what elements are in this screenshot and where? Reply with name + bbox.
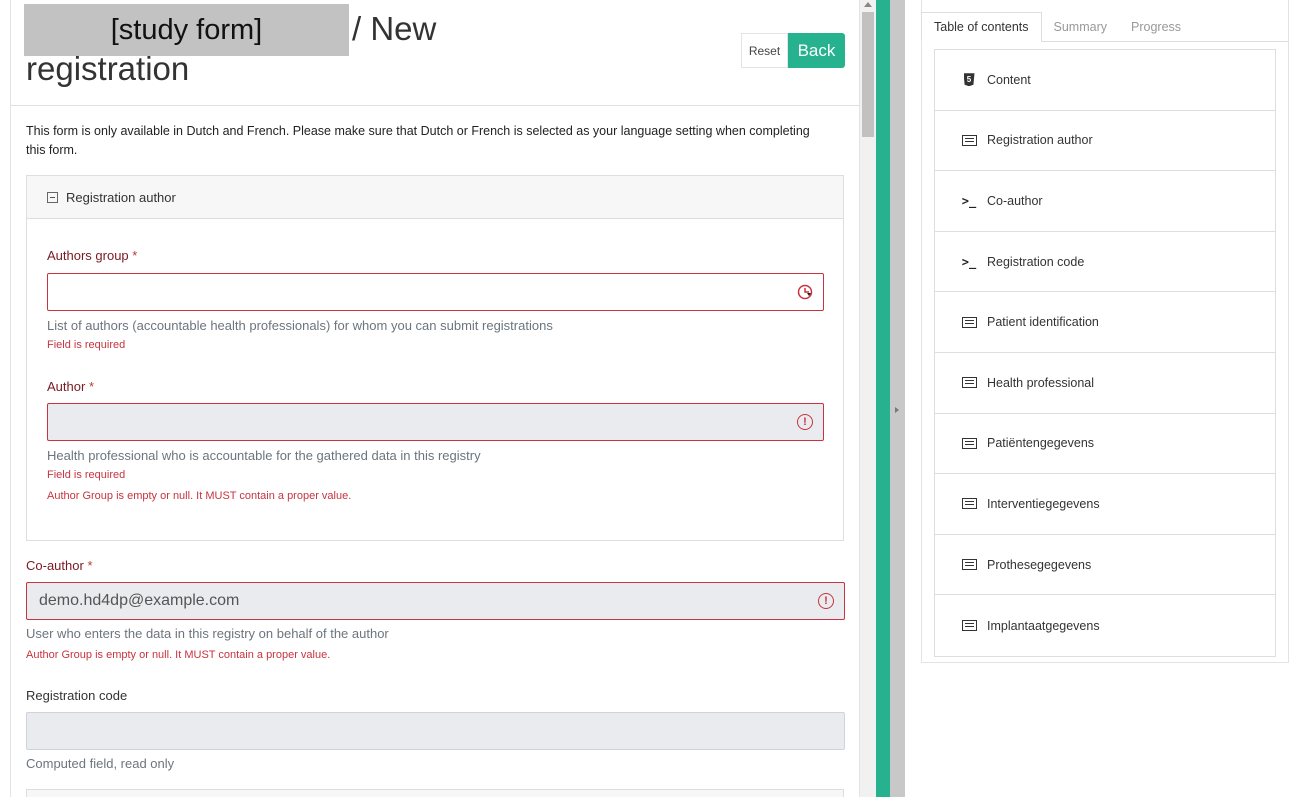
- section-title: Registration author: [66, 189, 176, 205]
- toc-item-interventiegegevens[interactable]: Interventiegegevens: [935, 474, 1275, 535]
- terminal-icon: >_: [961, 254, 977, 269]
- form-scrollbar[interactable]: [860, 0, 876, 797]
- list-icon: [961, 558, 977, 572]
- table-of-contents: 5 Content Registration author >_ Co-auth…: [934, 49, 1276, 657]
- back-button[interactable]: Back: [788, 33, 845, 68]
- reset-button[interactable]: Reset: [741, 33, 788, 68]
- next-section-header[interactable]: [26, 789, 844, 797]
- tab-underline: [1041, 41, 1289, 42]
- section-header[interactable]: Registration author: [27, 176, 843, 219]
- authors-group-select[interactable]: [47, 273, 824, 311]
- registration-code-help: Computed field, read only: [26, 756, 175, 771]
- author-label-text: Author: [47, 379, 86, 394]
- coauthor-label-text: Co-author: [26, 558, 84, 573]
- coauthor-label: Co-author *: [26, 558, 93, 573]
- terminal-icon: >_: [961, 193, 977, 208]
- toc-item-registration-code[interactable]: >_ Registration code: [935, 232, 1275, 293]
- tab-table-of-contents[interactable]: Table of contents: [921, 12, 1042, 42]
- toc-item-content[interactable]: 5 Content: [935, 50, 1275, 111]
- toc-item-patientengegevens[interactable]: Patiëntengegevens: [935, 414, 1275, 475]
- list-icon: [961, 497, 977, 511]
- toc-item-implantaatgegevens[interactable]: Implantaatgegevens: [935, 595, 1275, 656]
- toc-item-patient-identification[interactable]: Patient identification: [935, 292, 1275, 353]
- toc-item-label: Patiëntengegevens: [987, 436, 1095, 451]
- list-icon: [961, 133, 977, 147]
- coauthor-help: User who enters the data in this registr…: [26, 626, 389, 641]
- coauthor-field[interactable]: demo.hd4dp@example.com !: [26, 582, 845, 620]
- list-icon: [961, 619, 977, 633]
- form-card: [study form] / New registration Reset Ba…: [10, 0, 861, 797]
- language-notice: This form is only available in Dutch and…: [26, 124, 810, 157]
- toc-item-label: Content: [987, 72, 1031, 87]
- sidebar-pane: Table of contents Summary Progress 5 Con…: [905, 0, 1306, 797]
- toc-item-prothesegegevens[interactable]: Prothesegegevens: [935, 535, 1275, 596]
- authors-group-label: Authors group *: [47, 248, 137, 263]
- author-error-required: Field is required: [47, 469, 126, 481]
- authors-group-label-text: Authors group: [47, 248, 129, 263]
- resize-arrow-icon[interactable]: [895, 407, 899, 413]
- required-mark: *: [87, 558, 93, 573]
- redacted-title: [study form]: [24, 4, 349, 56]
- toc-item-label: Implantaatgegevens: [987, 618, 1100, 633]
- html5-icon: 5: [961, 73, 977, 87]
- list-icon: [961, 436, 977, 450]
- authors-group-error: Field is required: [47, 339, 126, 351]
- authors-group-help: List of authors (accountable health prof…: [47, 318, 553, 333]
- list-icon: [961, 376, 977, 390]
- toc-item-co-author[interactable]: >_ Co-author: [935, 171, 1275, 232]
- toc-item-label: Interventiegegevens: [987, 496, 1100, 511]
- coauthor-value: demo.hd4dp@example.com: [39, 592, 240, 609]
- page-header: [study form] / New registration Reset Ba…: [11, 0, 861, 106]
- tab-progress[interactable]: Progress: [1119, 12, 1193, 42]
- required-mark: *: [132, 248, 138, 263]
- toc-item-health-professional[interactable]: Health professional: [935, 353, 1275, 414]
- toc-item-label: Health professional: [987, 375, 1095, 390]
- form-pane: [study form] / New registration Reset Ba…: [0, 0, 876, 797]
- author-help: Health professional who is accountable f…: [47, 448, 481, 463]
- registration-code-label: Registration code: [26, 688, 128, 703]
- list-icon: [961, 315, 977, 329]
- coauthor-error: Author Group is empty or null. It MUST c…: [26, 649, 331, 661]
- pane-resizer[interactable]: [890, 0, 905, 797]
- toc-item-label: Registration code: [987, 254, 1085, 269]
- page-title-suffix: / New: [352, 10, 437, 47]
- accent-divider: [876, 0, 890, 797]
- registration-author-section: Registration author Authors group * List…: [26, 175, 844, 541]
- registration-code-field[interactable]: [26, 712, 845, 750]
- error-icon: !: [797, 414, 813, 430]
- toc-item-label: Registration author: [987, 133, 1093, 148]
- toc-item-label: Prothesegegevens: [987, 557, 1092, 572]
- scrollbar-thumb[interactable]: [862, 12, 874, 137]
- loading-icon: [797, 284, 813, 300]
- author-label: Author *: [47, 379, 94, 394]
- required-mark: *: [88, 379, 94, 394]
- toc-item-registration-author[interactable]: Registration author: [935, 111, 1275, 172]
- page-title: registration: [26, 50, 190, 87]
- tab-summary[interactable]: Summary: [1042, 12, 1119, 42]
- sidebar-tabs: Table of contents Summary Progress: [921, 12, 1193, 42]
- toc-item-label: Patient identification: [987, 315, 1099, 330]
- scroll-up-icon[interactable]: [864, 2, 872, 7]
- error-icon: !: [818, 593, 834, 609]
- collapse-icon[interactable]: [47, 191, 58, 203]
- author-select[interactable]: !: [47, 403, 824, 441]
- toc-item-label: Co-author: [987, 193, 1043, 208]
- author-error-group: Author Group is empty or null. It MUST c…: [47, 490, 352, 502]
